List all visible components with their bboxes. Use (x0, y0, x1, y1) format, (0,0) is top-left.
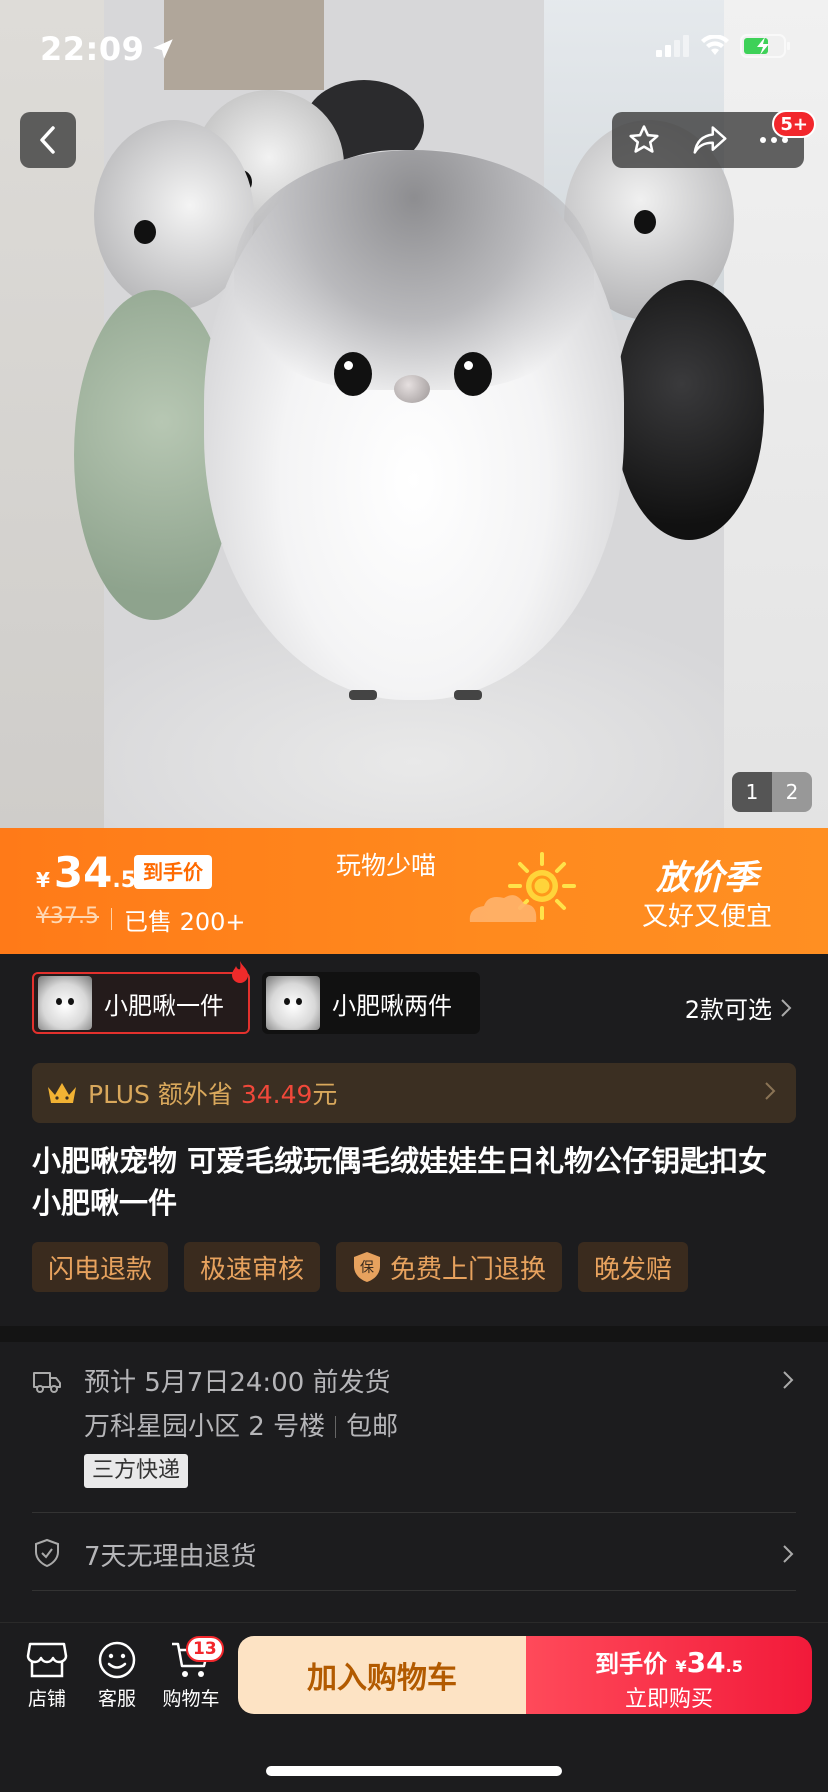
wifi-icon (701, 35, 729, 55)
fluffy-bird-plush (204, 150, 624, 700)
service-tags: 闪电退款 极速审核 保 免费上门退换 晚发赔 (32, 1242, 689, 1292)
customer-service-button[interactable]: 客服 (82, 1640, 152, 1711)
shipping-estimate[interactable]: 预计 5月7日24:00 前发货 (84, 1362, 391, 1399)
divider (32, 1512, 796, 1513)
location-arrow-icon (153, 39, 174, 59)
cart-count-badge: 13 (186, 1636, 224, 1662)
buy-price-line: 到手价 ¥34.5 (595, 1646, 743, 1679)
variant-label: 小肥啾两件 (332, 991, 452, 1020)
signal-icon (656, 35, 689, 57)
variant-option-1[interactable]: 小肥啾一件 (32, 961, 250, 1034)
sold-count: 已售 200+ (124, 908, 246, 936)
shipping-fee: 包邮 (346, 1412, 399, 1442)
chevron-left-icon (40, 126, 55, 154)
chevron-right-icon (781, 998, 792, 1017)
buy-now-label: 立即购买 (624, 1687, 713, 1712)
pager-page-2[interactable]: 2 (772, 772, 812, 812)
service-tag: 保 免费上门退换 (336, 1242, 563, 1292)
cart-label: 购物车 (162, 1688, 220, 1710)
divider (32, 1590, 796, 1591)
shield-icon: 保 (354, 1252, 381, 1282)
variant-label: 小肥啾一件 (104, 991, 224, 1020)
favorite-star-icon[interactable] (627, 123, 661, 157)
shop-name[interactable]: 玩物少喵 (336, 846, 436, 882)
pager-page-1[interactable]: 1 (732, 772, 772, 812)
current-price: ¥34.5 (36, 848, 137, 897)
express-badge: 三方快递 (84, 1454, 189, 1488)
return-policy[interactable]: 7天无理由退货 (84, 1536, 257, 1573)
delivery-truck-icon (33, 1372, 61, 1393)
promo-subtitle: 又好又便宜 (641, 902, 772, 932)
back-button[interactable] (20, 112, 76, 168)
store-icon (26, 1642, 68, 1678)
chevron-right-icon (765, 1082, 776, 1100)
notification-badge: 5+ (772, 110, 816, 138)
variant-count-label: 2款可选 (684, 996, 772, 1024)
gallery-pager[interactable]: 1 2 (732, 772, 812, 812)
add-to-cart-button[interactable]: 加入购物车 (238, 1636, 526, 1714)
status-icons (656, 34, 792, 58)
service-tag: 晚发赔 (578, 1242, 689, 1292)
store-button[interactable]: 店铺 (12, 1640, 82, 1711)
hot-fire-icon (232, 961, 248, 983)
variant-thumbnail (38, 976, 92, 1030)
variant-count-link[interactable]: 2款可选 (685, 990, 792, 1025)
service-tag: 极速审核 (184, 1242, 321, 1292)
section-gap (0, 1326, 828, 1342)
chevron-right-icon[interactable] (782, 1544, 794, 1564)
final-price-tag: 到手价 (134, 855, 212, 889)
sun-cloud-icon (469, 852, 576, 922)
variant-thumbnail (266, 976, 320, 1030)
shield-check-icon (35, 1538, 59, 1568)
buy-now-button[interactable]: 到手价 ¥34.5 立即购买 (526, 1636, 812, 1714)
variant-option-2[interactable]: 小肥啾两件 (262, 972, 480, 1034)
background-shelf (164, 0, 324, 90)
crown-icon (48, 1083, 76, 1103)
svg-text:保: 保 (360, 1260, 374, 1276)
price-divider (111, 908, 112, 930)
service-tag: 闪电退款 (32, 1242, 169, 1292)
chat-smile-icon (98, 1641, 136, 1679)
background-black-plush (614, 280, 764, 540)
promo-title: 放价季 (656, 858, 758, 898)
plus-savings-bar[interactable]: PLUS 额外省 34.49元 (32, 1063, 796, 1123)
plus-savings-text: PLUS 额外省 34.49元 (88, 1080, 338, 1109)
shipping-address[interactable]: 万科星园小区 2 号楼 包邮 (84, 1406, 398, 1443)
chevron-right-icon[interactable] (782, 1370, 794, 1390)
store-label: 店铺 (27, 1688, 66, 1710)
status-time: 22:09 (40, 30, 176, 68)
original-price: ¥37.5 (36, 904, 99, 929)
battery-charging-icon (740, 34, 790, 58)
home-indicator[interactable] (266, 1766, 562, 1776)
product-title: 小肥啾宠物 可爱毛绒玩偶毛绒娃娃生日礼物公仔钥匙扣女 小肥啾一件 (32, 1144, 768, 1220)
share-icon[interactable] (692, 124, 728, 156)
service-label: 客服 (97, 1688, 136, 1710)
